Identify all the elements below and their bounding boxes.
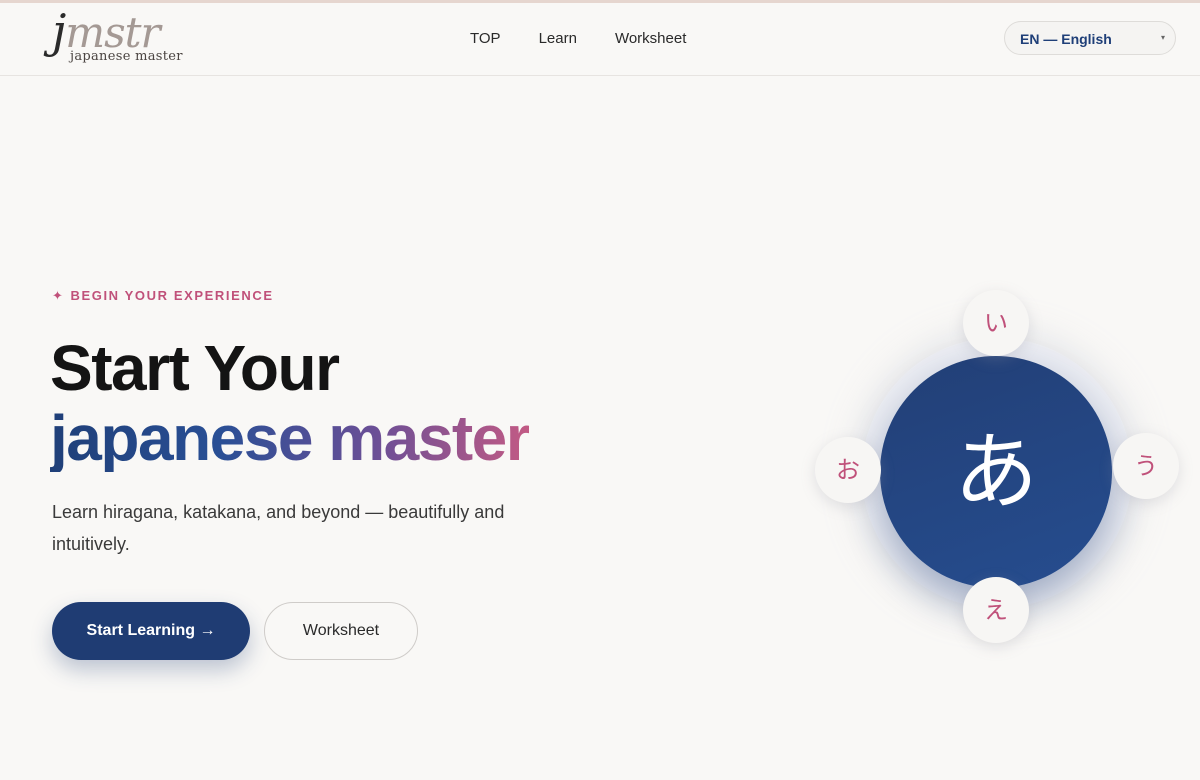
hero-lead-text: Learn hiragana, katakana, and beyond — b… [52,502,505,554]
kana-center-circle[interactable]: あ [880,356,1112,588]
site-header: jmstr japanese master TOP Learn Workshee… [0,3,1200,76]
language-select-value: EN — English [1020,31,1112,47]
logo-subtitle: japanese master [70,49,183,64]
hero-eyebrow-text: BEGIN YOUR EXPERIENCE [70,288,274,303]
site-logo[interactable]: jmstr japanese master [52,8,183,69]
kana-bubble-o[interactable]: お [815,437,881,503]
hero-eyebrow: ✦ BEGIN YOUR EXPERIENCE [52,288,274,304]
language-select[interactable]: EN — English ▾ [1004,21,1176,55]
kana-bubble-e[interactable]: え [963,577,1029,643]
sparkle-icon: ✦ [52,288,65,303]
start-learning-button[interactable]: Start Learning → [52,602,250,660]
hero-title-line1: Start Your [50,332,340,404]
chevron-down-icon: ▾ [1160,33,1165,42]
worksheet-button[interactable]: Worksheet [264,602,418,660]
hero-title-line2: japanese master [50,402,531,474]
nav-link-learn[interactable]: Learn [539,27,577,51]
nav-link-worksheet[interactable]: Worksheet [615,27,686,51]
nav-link-top[interactable]: TOP [470,27,501,51]
kana-bubble-u[interactable]: う [1113,433,1179,499]
kana-bubble-i[interactable]: い [963,290,1029,356]
main-nav: TOP Learn Worksheet [470,27,686,51]
